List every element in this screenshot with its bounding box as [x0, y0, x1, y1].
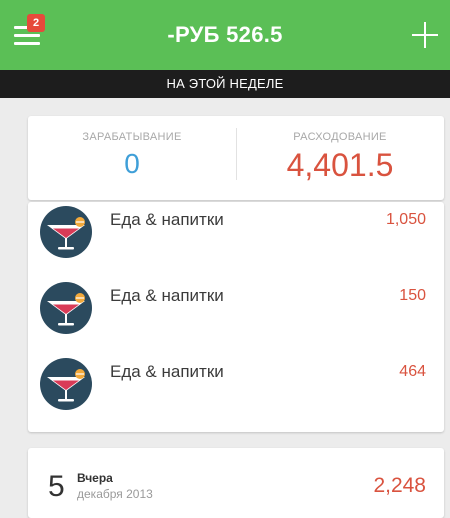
earning-label: ЗАРАБАТЫВАНИЕ [82, 131, 182, 143]
earning-value: 0 [124, 148, 140, 179]
earning-summary[interactable]: ЗАРАБАТЫВАНИЕ 0 [28, 116, 236, 200]
day-group-header[interactable]: 5 Вчера декабря 2013 2,248 [28, 448, 444, 518]
transaction-row[interactable]: Еда & напитки 464 [28, 358, 444, 422]
spending-value: 4,401.5 [286, 147, 394, 183]
spending-label: РАСХОДОВАНИЕ [293, 131, 387, 143]
plus-icon[interactable] [412, 22, 438, 48]
spending-summary[interactable]: РАСХОДОВАНИЕ 4,401.5 [236, 116, 444, 200]
category-label: Еда & напитки [110, 362, 224, 381]
transaction-row[interactable]: Еда & напитки 150 [28, 282, 444, 346]
category-label: Еда & напитки [110, 286, 224, 305]
day-month-year: декабря 2013 [77, 487, 153, 501]
cocktail-icon [40, 282, 92, 334]
day-number: 5 [48, 470, 65, 503]
period-selector[interactable]: НА ЭТОЙ НЕДЕЛЕ [0, 70, 450, 98]
category-label: Еда & напитки [110, 210, 224, 229]
transaction-row[interactable]: Еда & напитки 1,050 [28, 206, 444, 270]
notification-badge: 2 [27, 14, 45, 32]
transaction-amount: 464 [399, 363, 426, 380]
app-header: 2 -РУБ 526.5 [0, 0, 450, 70]
day-name: Вчера [77, 471, 113, 485]
summary-card: ЗАРАБАТЫВАНИЕ 0 РАСХОДОВАНИЕ 4,401.5 [28, 116, 444, 200]
transaction-amount: 150 [399, 287, 426, 304]
cocktail-icon [40, 206, 92, 258]
transaction-list: Еда & напитки 1,050 Еда & напитки 150 Ед… [28, 202, 444, 432]
transaction-amount: 1,050 [385, 211, 426, 228]
day-total: 2,248 [373, 474, 426, 497]
balance-title: -РУБ 526.5 [167, 22, 283, 47]
cocktail-icon [40, 358, 92, 410]
